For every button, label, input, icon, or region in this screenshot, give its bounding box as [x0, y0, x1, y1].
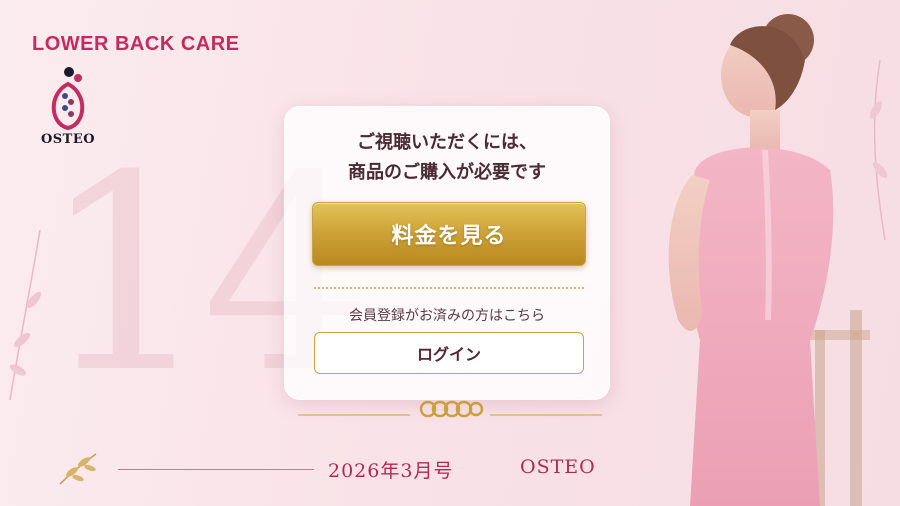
logo-label: OSTEO [40, 132, 96, 147]
brand-title: LOWER BACK CARE [32, 33, 240, 55]
footer-brand: OSTEO [520, 456, 596, 478]
issue-date: 2026年3月号 [328, 460, 454, 482]
login-button[interactable]: ログイン [314, 332, 584, 374]
gold-rings-ornament-icon [298, 400, 602, 418]
woman-illustration [668, 14, 888, 506]
footer-divider [118, 469, 314, 470]
leaf-sprig-icon [59, 453, 97, 485]
view-price-button[interactable]: 料金を見る [312, 202, 586, 266]
osteo-logo-icon [51, 67, 85, 131]
purchase-message-line2: 商品のご購入が必要です [348, 162, 546, 183]
leaf-decoration-icon [9, 229, 42, 400]
osteo-logo: OSTEO [38, 64, 98, 154]
purchase-required-card: ご視聴いただくには、 商品のご購入が必要です 料金を見る 会員登録がお済みの方は… [284, 106, 610, 400]
purchase-message: ご視聴いただくには、 商品のご購入が必要です [284, 128, 610, 188]
member-prompt: 会員登録がお済みの方はこちら [349, 308, 545, 324]
dotted-divider [314, 287, 584, 289]
purchase-message-line1: ご視聴いただくには、 [357, 132, 537, 153]
